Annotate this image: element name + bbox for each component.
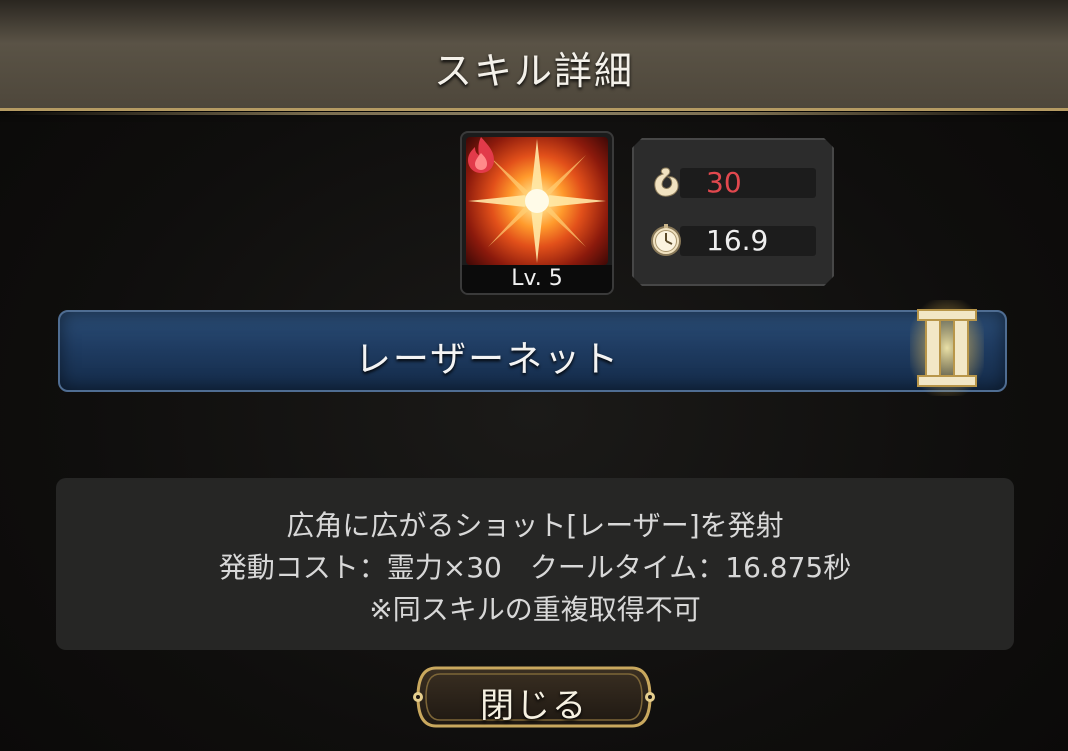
cost-bar [680, 168, 816, 198]
skill-detail-screen: スキル詳細 Lv. 5 30 16.9 レーザーネット 広角に広がるショット[レ… [0, 0, 1068, 751]
skill-description-panel: 広角に広がるショット[レーザー]を発射 発動コスト：霊力×30 クールタイム：1… [56, 478, 1014, 650]
cooldown-value: 16.9 [706, 224, 769, 257]
close-button[interactable]: 閉じる [410, 664, 658, 730]
cost-value: 30 [706, 166, 742, 199]
description-line: ※同スキルの重複取得不可 [369, 593, 701, 626]
header-bar: スキル詳細 [0, 0, 1068, 115]
cost-stat: 30 [648, 164, 816, 200]
skill-name: レーザーネット [354, 339, 621, 380]
description-line: 発動コスト：霊力×30 クールタイム：16.875秒 [218, 551, 852, 584]
skill-name-banner: レーザーネット [58, 310, 1007, 392]
spirit-power-icon [648, 164, 684, 200]
fire-icon [468, 137, 494, 173]
cooldown-stat: 16.9 [648, 222, 816, 258]
skill-icon-card: Lv. 5 [460, 131, 614, 295]
rank-badge-icon [910, 300, 984, 396]
close-button-label: 閉じる [480, 686, 588, 726]
skill-stats-panel: 30 16.9 [632, 138, 834, 286]
clock-icon [648, 222, 684, 258]
page-title: スキル詳細 [433, 49, 634, 93]
skill-level-label: Lv. 5 [462, 265, 612, 293]
description-line: 広角に広がるショット[レーザー]を発射 [286, 509, 784, 542]
